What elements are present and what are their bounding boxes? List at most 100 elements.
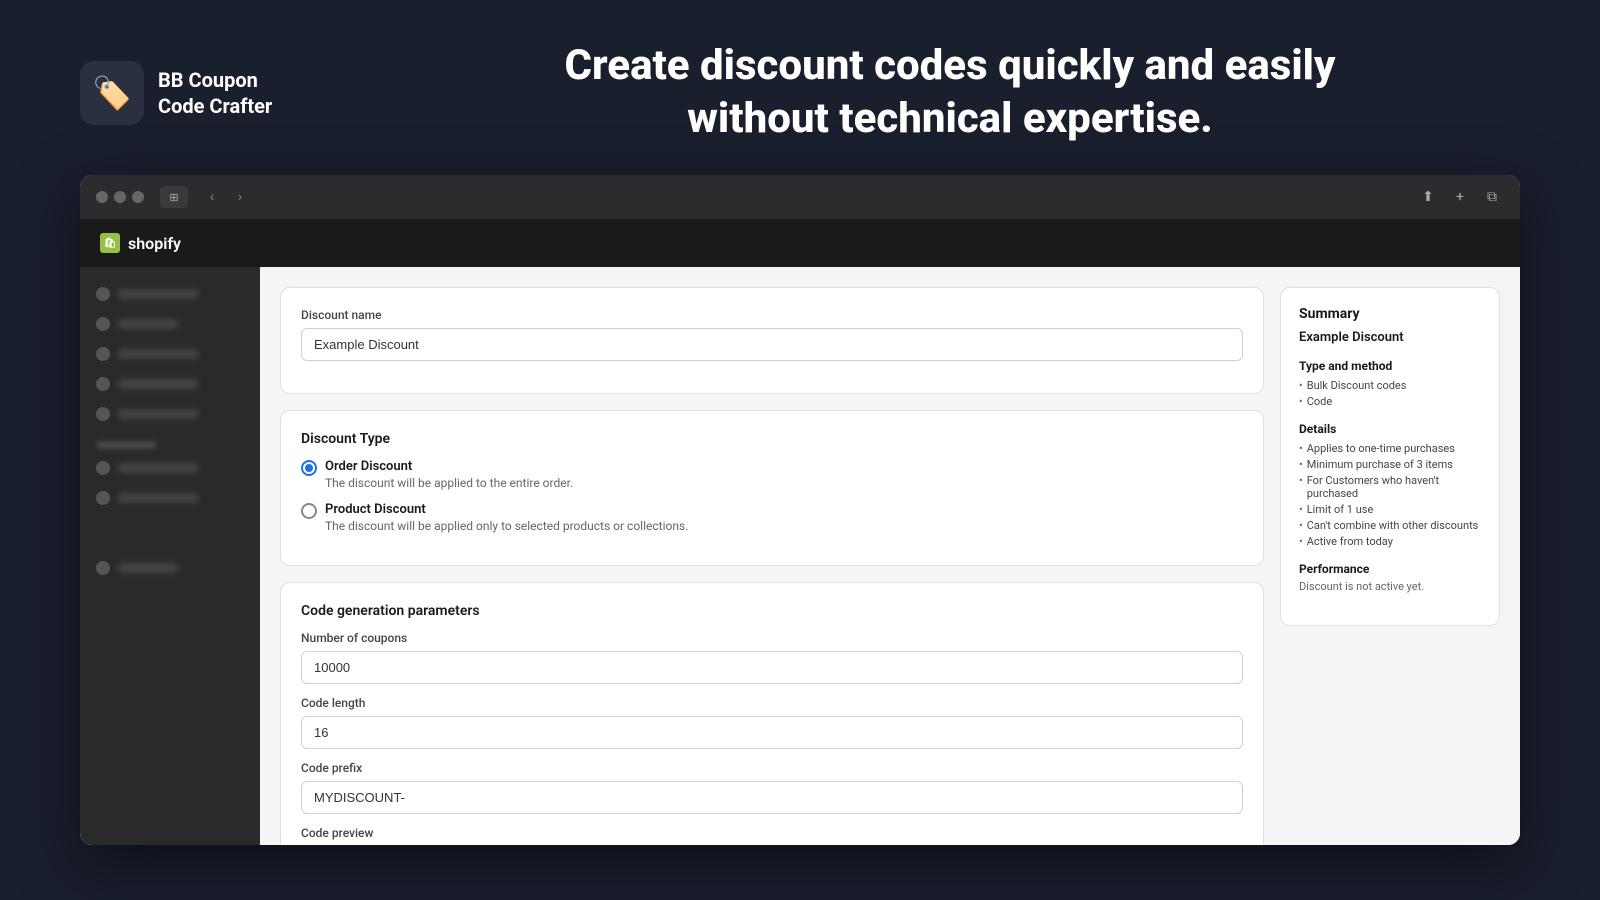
summary-detail-4: Limit of 1 use <box>1299 503 1481 516</box>
code-length-label: Code length <box>301 696 1243 710</box>
sidebar-label-3 <box>118 349 198 359</box>
sidebar-item-3[interactable] <box>80 339 260 369</box>
sidebar-dot-7 <box>96 491 110 505</box>
sidebar-item-4[interactable] <box>80 369 260 399</box>
browser-window: ⊞ ‹ › ⬆ + ⧉ 🛍 shopify <box>80 175 1520 845</box>
summary-title: Summary <box>1299 306 1481 322</box>
copy-button[interactable]: ⧉ <box>1480 185 1504 209</box>
summary-type-method-title: Type and method <box>1299 359 1481 373</box>
code-gen-card: Code generation parameters Number of cou… <box>280 582 1264 845</box>
sidebar-item-5[interactable] <box>80 399 260 429</box>
back-button[interactable]: ‹ <box>200 186 224 208</box>
summary-performance-title: Performance <box>1299 562 1481 576</box>
summary-details-list: Applies to one-time purchases Minimum pu… <box>1299 442 1481 548</box>
dot-red <box>96 191 108 203</box>
logo-icon: 🏷️ <box>80 61 144 125</box>
code-preview-label: Code preview <box>301 826 1243 840</box>
product-discount-radio[interactable] <box>301 503 317 519</box>
order-discount-text: Order Discount The discount will be appl… <box>325 459 573 490</box>
num-coupons-label: Number of coupons <box>301 631 1243 645</box>
sidebar-label-6 <box>118 463 198 473</box>
summary-type-item-1: Bulk Discount codes <box>1299 379 1481 392</box>
code-prefix-label: Code prefix <box>301 761 1243 775</box>
product-discount-text: Product Discount The discount will be ap… <box>325 502 688 533</box>
sidebar-dot-2 <box>96 317 110 331</box>
sidebar-dot-5 <box>96 407 110 421</box>
dot-green <box>132 191 144 203</box>
browser-controls: ⊞ <box>160 186 188 208</box>
num-coupons-input[interactable] <box>301 651 1243 684</box>
summary-type-item-2: Code <box>1299 395 1481 408</box>
product-discount-option[interactable]: Product Discount The discount will be ap… <box>301 502 1243 533</box>
code-length-input[interactable] <box>301 716 1243 749</box>
sidebar-label-1 <box>118 289 198 299</box>
logo-text: BB Coupon Code Crafter <box>158 67 272 119</box>
sidebar-item-6[interactable] <box>80 453 260 483</box>
browser-chrome: ⊞ ‹ › ⬆ + ⧉ <box>80 175 1520 219</box>
sidebar-dot-6 <box>96 461 110 475</box>
shopify-logo: 🛍 shopify <box>100 233 181 253</box>
logo-container: 🏷️ BB Coupon Code Crafter <box>80 61 320 125</box>
summary-detail-3: For Customers who haven't purchased <box>1299 474 1481 500</box>
shopify-brand-text: shopify <box>128 234 181 253</box>
browser-nav: ‹ › <box>200 186 252 208</box>
discount-type-title: Discount Type <box>301 431 1243 447</box>
code-preview-group: Code preview <box>301 826 1243 840</box>
summary-card: Summary Example Discount Type and method… <box>1280 287 1500 626</box>
sidebar-dot-4 <box>96 377 110 391</box>
sidebar-label-4 <box>118 379 198 389</box>
sidebar <box>80 267 260 845</box>
order-discount-desc: The discount will be applied to the enti… <box>325 476 573 490</box>
product-discount-label: Product Discount <box>325 502 688 517</box>
form-area: Discount name Discount Type Order Discou… <box>280 287 1264 825</box>
summary-detail-1: Applies to one-time purchases <box>1299 442 1481 455</box>
code-length-group: Code length <box>301 696 1243 749</box>
summary-performance: Performance Discount is not active yet. <box>1299 562 1481 593</box>
sidebar-label-7 <box>118 493 198 503</box>
discount-name-group: Discount name <box>301 308 1243 361</box>
dot-yellow <box>114 191 126 203</box>
browser-actions: ⬆ + ⧉ <box>1416 185 1504 209</box>
sidebar-section-title <box>96 441 156 449</box>
code-prefix-group: Code prefix <box>301 761 1243 814</box>
code-prefix-input[interactable] <box>301 781 1243 814</box>
sidebar-item-2[interactable] <box>80 309 260 339</box>
shopify-bag-icon: 🛍 <box>100 233 120 253</box>
summary-detail-6: Active from today <box>1299 535 1481 548</box>
sidebar-dot-1 <box>96 287 110 301</box>
sidebar-label-2 <box>118 319 178 329</box>
share-button[interactable]: ⬆ <box>1416 185 1440 209</box>
summary-detail-5: Can't combine with other discounts <box>1299 519 1481 532</box>
page-content: Discount name Discount Type Order Discou… <box>260 267 1520 845</box>
header: 🏷️ BB Coupon Code Crafter Create discoun… <box>0 0 1600 175</box>
discount-type-card: Discount Type Order Discount The discoun… <box>280 410 1264 566</box>
discount-name-input[interactable] <box>301 328 1243 361</box>
summary-detail-2: Minimum purchase of 3 items <box>1299 458 1481 471</box>
summary-details-title: Details <box>1299 422 1481 436</box>
num-coupons-group: Number of coupons <box>301 631 1243 684</box>
shopify-navbar: 🛍 shopify <box>80 219 1520 267</box>
main-content: Discount name Discount Type Order Discou… <box>80 267 1520 845</box>
product-discount-desc: The discount will be applied only to sel… <box>325 519 688 533</box>
hero-text: Create discount codes quickly and easily… <box>380 40 1520 145</box>
sidebar-label-5 <box>118 409 198 419</box>
new-tab-button[interactable]: + <box>1448 185 1472 209</box>
discount-name-label: Discount name <box>301 308 1243 322</box>
order-discount-option[interactable]: Order Discount The discount will be appl… <box>301 459 1243 490</box>
order-discount-radio[interactable] <box>301 460 317 476</box>
code-gen-title: Code generation parameters <box>301 603 1243 619</box>
sidebar-item-bottom[interactable] <box>80 553 260 583</box>
summary-panel: Summary Example Discount Type and method… <box>1280 287 1500 825</box>
forward-button[interactable]: › <box>228 186 252 208</box>
tab-switcher-btn[interactable]: ⊞ <box>160 186 188 208</box>
summary-type-method-list: Bulk Discount codes Code <box>1299 379 1481 408</box>
discount-name-card: Discount name <box>280 287 1264 394</box>
summary-type-method: Type and method Bulk Discount codes Code <box>1299 359 1481 408</box>
sidebar-item-7[interactable] <box>80 483 260 513</box>
sidebar-dot-3 <box>96 347 110 361</box>
sidebar-label-bottom <box>118 563 178 573</box>
summary-details: Details Applies to one-time purchases Mi… <box>1299 422 1481 548</box>
sidebar-item-1[interactable] <box>80 279 260 309</box>
summary-discount-name: Example Discount <box>1299 330 1481 345</box>
summary-performance-text: Discount is not active yet. <box>1299 580 1481 593</box>
